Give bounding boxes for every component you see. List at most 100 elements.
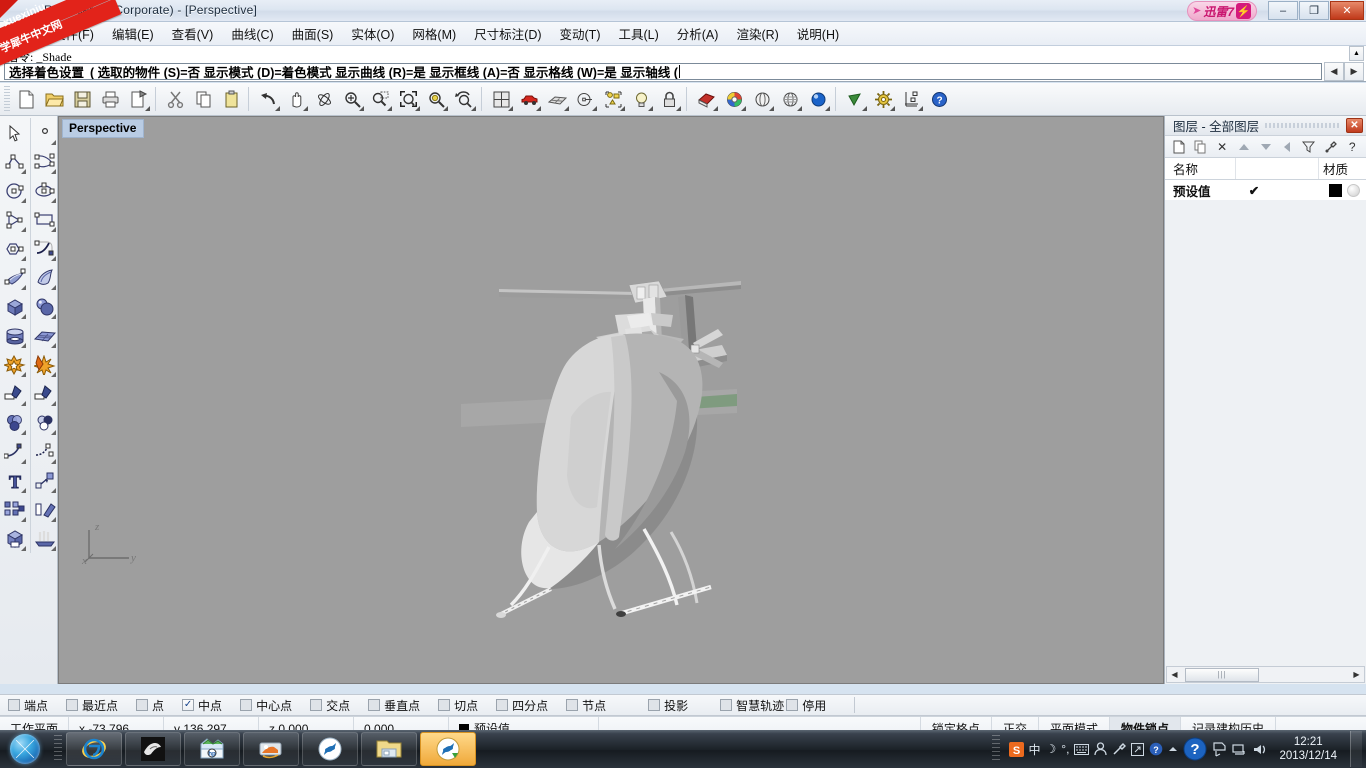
osnap-disable-checkbox[interactable]: [786, 699, 799, 711]
mesh-icon[interactable]: [544, 86, 571, 113]
arc-tool[interactable]: [1, 205, 28, 234]
zoom-previous-icon[interactable]: [451, 86, 478, 113]
analysis-circle-icon[interactable]: [572, 86, 599, 113]
render-preview-icon[interactable]: [805, 86, 832, 113]
menu-surface[interactable]: 曲面(S): [283, 21, 343, 46]
save-file-icon[interactable]: [69, 86, 96, 113]
fillet-curve-tool[interactable]: [1, 437, 28, 466]
menu-help[interactable]: 说明(H): [788, 21, 848, 46]
osnap-quadrant[interactable]: 四分点: [496, 697, 548, 714]
trim-tool[interactable]: [1, 379, 28, 408]
camera-icon[interactable]: [842, 86, 869, 113]
menu-dimension[interactable]: 尺寸标注(D): [465, 21, 550, 46]
menu-analyze[interactable]: 分析(A): [668, 21, 728, 46]
tray-big-help-icon[interactable]: ?: [1183, 737, 1207, 761]
curve-cv-tool[interactable]: [31, 147, 58, 176]
surface-patch-tool[interactable]: [1, 263, 28, 292]
ime-moon-icon[interactable]: ☽: [1046, 742, 1057, 756]
print-icon[interactable]: [97, 86, 124, 113]
osnap-disable[interactable]: 停用: [786, 697, 826, 714]
tray-network-icon[interactable]: [1231, 742, 1247, 757]
start-button[interactable]: [0, 731, 50, 767]
zoom-in-icon[interactable]: [339, 86, 366, 113]
hscroll-left-arrow[interactable]: ◀: [1167, 667, 1182, 682]
hscroll-thumb[interactable]: |||: [1185, 667, 1259, 682]
menu-view[interactable]: 查看(V): [163, 21, 223, 46]
ime-chinese-icon[interactable]: 中: [1029, 741, 1041, 758]
delete-layer-icon[interactable]: ✕: [1212, 138, 1232, 156]
mesh-plane-tool[interactable]: [31, 321, 58, 350]
osnap-smarttrack-checkbox[interactable]: [720, 699, 733, 711]
layers-panel-drag-handle[interactable]: [1265, 123, 1340, 128]
move-layer-down-icon[interactable]: [1256, 138, 1276, 156]
new-file-icon[interactable]: [13, 86, 40, 113]
menu-mesh[interactable]: 网格(M): [403, 21, 465, 46]
point-tool[interactable]: [31, 118, 58, 147]
osnap-quadrant-checkbox[interactable]: [496, 699, 509, 711]
ime-tools-icon[interactable]: [1112, 742, 1127, 756]
osnap-point-checkbox[interactable]: [136, 699, 149, 711]
copy-icon[interactable]: [190, 86, 217, 113]
curve-corner-tool[interactable]: [31, 234, 58, 263]
osnap-mid[interactable]: ✓ 中点: [182, 697, 222, 714]
menu-file[interactable]: 文件(F): [44, 21, 103, 46]
open-file-icon[interactable]: [41, 86, 68, 113]
hscroll-right-arrow[interactable]: ▶: [1349, 667, 1364, 682]
sphere-grid-icon[interactable]: [777, 86, 804, 113]
layers-panel-close-button[interactable]: ✕: [1346, 118, 1363, 133]
ellipse-tool[interactable]: [31, 176, 58, 205]
taskbar-internet-explorer[interactable]: [66, 732, 122, 766]
lighting-tool[interactable]: [31, 524, 58, 553]
select-objects-icon[interactable]: [600, 86, 627, 113]
zoom-selected-icon[interactable]: [423, 86, 450, 113]
osnap-point[interactable]: 点: [136, 697, 164, 714]
rotate-view-icon[interactable]: [311, 86, 338, 113]
scale-tool[interactable]: [31, 466, 58, 495]
ime-keyboard-icon[interactable]: [1074, 743, 1090, 755]
boolean-diff-tool[interactable]: [31, 408, 58, 437]
show-desktop-button[interactable]: [1350, 731, 1362, 767]
sphere-icon[interactable]: [749, 86, 776, 113]
car-render-icon[interactable]: [516, 86, 543, 113]
mirror-tool[interactable]: [31, 495, 58, 524]
command-input[interactable]: 选择着色设置 ( 选取的物件 (S)=否 显示模式 (D)=着色模式 显示曲线 …: [4, 63, 1322, 80]
osnap-project-checkbox[interactable]: [648, 699, 661, 711]
ime-help-icon[interactable]: ?: [1149, 742, 1163, 756]
move-layer-up-icon[interactable]: [1234, 138, 1254, 156]
zoom-window-icon[interactable]: [367, 86, 394, 113]
new-layer-icon[interactable]: [1169, 138, 1189, 156]
dimension-icon[interactable]: [898, 86, 925, 113]
menu-transform[interactable]: 变动(T): [551, 21, 610, 46]
cylinder-tool[interactable]: [1, 321, 28, 350]
sogou-ime-icon[interactable]: S: [1008, 741, 1024, 757]
select-arrow-tool[interactable]: [1, 118, 28, 147]
table-row[interactable]: 预设值 ✔: [1165, 180, 1366, 200]
layer-color-swatch[interactable]: [1329, 183, 1342, 197]
osnap-tangent[interactable]: 切点: [438, 697, 478, 714]
offset-tool[interactable]: [31, 379, 58, 408]
circle-tool[interactable]: [1, 176, 28, 205]
surface-edge-tool[interactable]: [31, 263, 58, 292]
menu-render[interactable]: 渲染(R): [727, 21, 787, 46]
taskbar-media-app[interactable]: [125, 732, 181, 766]
restore-button[interactable]: ❐: [1299, 1, 1329, 20]
perspective-viewport[interactable]: Perspective z y x: [58, 116, 1164, 684]
osnap-smarttrack[interactable]: 智慧轨迹: [720, 697, 784, 714]
ime-punct-icon[interactable]: °,: [1061, 742, 1069, 756]
taskbar-hp-app[interactable]: hp: [184, 732, 240, 766]
osnap-perpendicular[interactable]: 垂直点: [368, 697, 420, 714]
menu-solid[interactable]: 实体(O): [342, 21, 403, 46]
taskbar-grip[interactable]: [54, 735, 62, 763]
lock-icon[interactable]: [656, 86, 683, 113]
polygon-tool[interactable]: [1, 234, 28, 263]
osnap-center[interactable]: 中心点: [240, 697, 292, 714]
close-button[interactable]: ✕: [1330, 1, 1364, 20]
box-tool[interactable]: [1, 292, 28, 321]
help-icon[interactable]: ?: [926, 86, 953, 113]
polyline-tool[interactable]: [1, 147, 28, 176]
split-tool[interactable]: [31, 350, 58, 379]
copy-format-icon[interactable]: [125, 86, 152, 113]
rectangle-tool[interactable]: [31, 205, 58, 234]
filter-layer-icon[interactable]: [1299, 138, 1319, 156]
undo-icon[interactable]: [255, 86, 282, 113]
